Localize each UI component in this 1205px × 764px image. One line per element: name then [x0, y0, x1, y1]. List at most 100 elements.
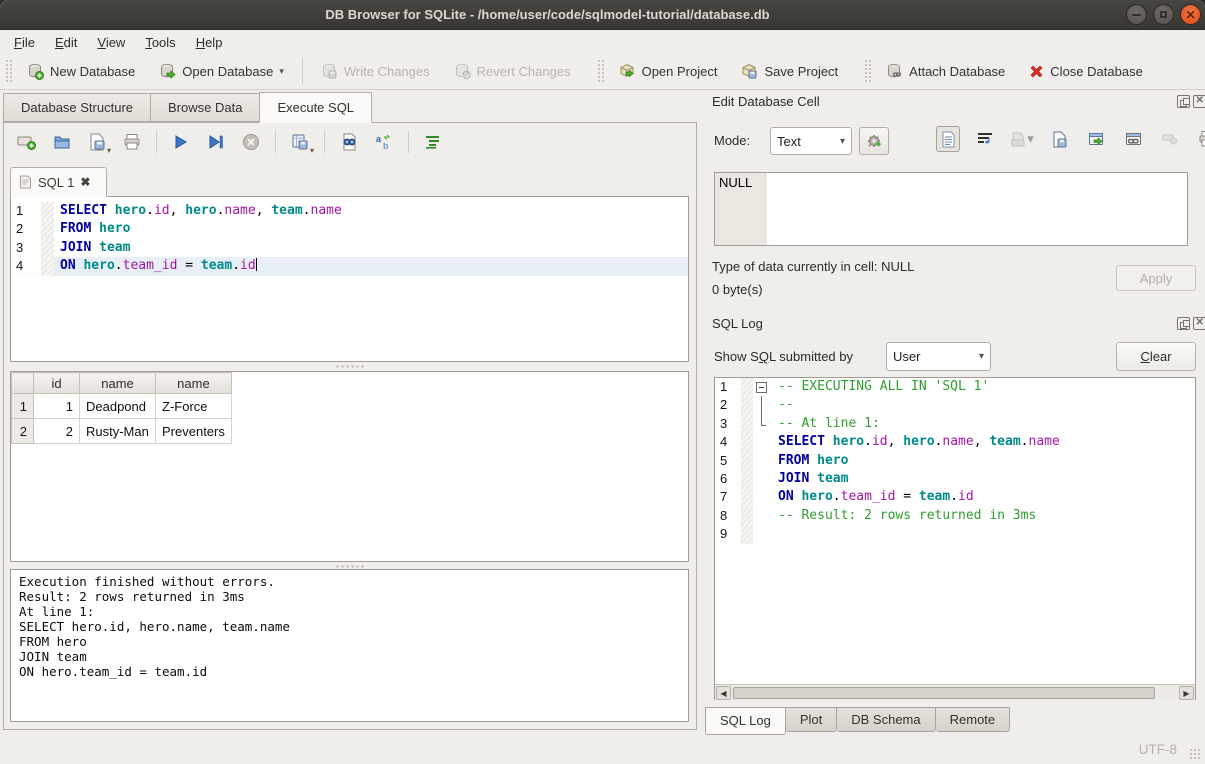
word-wrap-button[interactable]: [973, 126, 997, 152]
menu-edit[interactable]: Edit: [45, 33, 87, 52]
edit-cell-close-icon[interactable]: [1193, 95, 1205, 108]
log-horizontal-scrollbar[interactable]: ◀ ▶: [715, 684, 1195, 700]
dock-tab-plot[interactable]: Plot: [786, 707, 837, 732]
format-sql-button[interactable]: [422, 130, 444, 154]
new-database-button[interactable]: New Database: [15, 58, 147, 85]
fold-margin: [741, 396, 753, 414]
replace-button[interactable]: ab: [373, 130, 395, 154]
dock-tab-db-schema[interactable]: DB Schema: [837, 707, 935, 732]
scrollbar-thumb[interactable]: [733, 687, 1155, 699]
close-database-button[interactable]: Close Database: [1017, 59, 1155, 84]
print-cell-button[interactable]: [1195, 126, 1205, 152]
execute-all-button[interactable]: [170, 130, 192, 154]
sql-editor[interactable]: 1SELECT hero.id, hero.name, team.name2FR…: [10, 196, 689, 362]
code-line[interactable]: 8-- Result: 2 rows returned in 3ms: [715, 507, 1195, 525]
results-corner-header[interactable]: [12, 373, 34, 394]
window-resize-grip[interactable]: [1189, 748, 1202, 761]
open-in-external-button[interactable]: [1084, 126, 1108, 152]
menu-file[interactable]: File: [4, 33, 45, 52]
results-grid[interactable]: id name name 11DeadpondZ-Force22Rusty-Ma…: [10, 371, 689, 562]
execution-message-text: Execution finished without errors. Resul…: [19, 574, 688, 679]
cell-value-editor[interactable]: NULL: [714, 172, 1188, 246]
print-sql-button[interactable]: [121, 130, 143, 154]
copy-link-button[interactable]: [1121, 126, 1145, 152]
export-cell-data-button[interactable]: [1047, 126, 1071, 152]
sql-document-tab[interactable]: SQL 1 ✖: [10, 167, 107, 197]
scroll-right-arrow[interactable]: ▶: [1179, 686, 1194, 700]
table-cell[interactable]: Deadpond: [80, 394, 156, 419]
row-header[interactable]: 2: [12, 419, 34, 444]
table-cell[interactable]: Z-Force: [156, 394, 232, 419]
code-line[interactable]: 2FROM hero: [11, 220, 688, 238]
table-cell[interactable]: 2: [34, 419, 80, 444]
results-header-name1[interactable]: name: [80, 373, 156, 394]
open-database-button[interactable]: Open Database ▾: [147, 58, 296, 85]
table-cell[interactable]: 1: [34, 394, 80, 419]
edit-cell-toolbar: ▾: [936, 126, 1205, 152]
menu-help[interactable]: Help: [186, 33, 233, 52]
replace-icon: ab: [375, 133, 393, 151]
save-project-button[interactable]: Save Project: [729, 58, 850, 85]
attach-database-button[interactable]: Attach Database: [874, 58, 1017, 85]
auto-mode-button[interactable]: [859, 127, 889, 155]
execute-line-button[interactable]: [205, 130, 227, 154]
code-line[interactable]: 2--: [715, 396, 1195, 414]
code-line[interactable]: 6JOIN team: [715, 470, 1195, 488]
code-line[interactable]: 5FROM hero: [715, 452, 1195, 470]
results-header-name2[interactable]: name: [156, 373, 232, 394]
minimize-button[interactable]: [1126, 4, 1147, 25]
code-text: -- At line 1:: [772, 415, 1195, 433]
find-button[interactable]: [338, 130, 360, 154]
open-project-button[interactable]: Open Project: [607, 58, 730, 85]
results-header-id[interactable]: id: [34, 373, 80, 394]
text-cursor: [256, 258, 257, 271]
toolbar-grip[interactable]: [597, 59, 604, 83]
text-mode-button[interactable]: [936, 126, 960, 152]
new-sql-tab-button[interactable]: [16, 130, 38, 154]
tab-database-structure[interactable]: Database Structure: [3, 93, 150, 122]
encoding-indicator[interactable]: UTF-8: [1139, 742, 1177, 757]
table-cell[interactable]: Rusty-Man: [80, 419, 156, 444]
maximize-button[interactable]: [1153, 4, 1174, 25]
code-line[interactable]: 9: [715, 525, 1195, 543]
tab-execute-sql[interactable]: Execute SQL: [259, 92, 372, 123]
code-line[interactable]: 4SELECT hero.id, hero.name, team.name: [715, 433, 1195, 451]
toolbar-grip[interactable]: [864, 59, 871, 83]
close-button[interactable]: ✕: [1180, 4, 1201, 25]
code-line[interactable]: 4ON hero.team_id = team.id: [11, 257, 688, 275]
open-database-caret[interactable]: ▾: [279, 66, 284, 77]
dock-tab-remote[interactable]: Remote: [936, 707, 1011, 732]
dock-tab-sql-log[interactable]: SQL Log: [705, 707, 786, 735]
table-row[interactable]: 22Rusty-ManPreventers: [12, 419, 232, 444]
tab-browse-data[interactable]: Browse Data: [150, 93, 259, 122]
fold-toggle-icon[interactable]: [753, 378, 772, 396]
code-line[interactable]: 3-- At line 1:: [715, 415, 1195, 433]
editor-results-splitter[interactable]: [10, 363, 689, 370]
code-line[interactable]: 3JOIN team: [11, 239, 688, 257]
save-file-caret[interactable]: ▾: [107, 146, 111, 155]
menu-tools[interactable]: Tools: [135, 33, 185, 52]
log-filter-combobox[interactable]: User ▾: [886, 342, 991, 371]
table-cell[interactable]: Preventers: [156, 419, 232, 444]
toolbar-grip[interactable]: [5, 59, 12, 83]
code-text: JOIN team: [54, 239, 688, 257]
save-results-caret[interactable]: ▾: [310, 146, 314, 155]
code-line[interactable]: 7ON hero.team_id = team.id: [715, 488, 1195, 506]
edit-cell-float-icon[interactable]: [1177, 95, 1190, 108]
table-row[interactable]: 11DeadpondZ-Force: [12, 394, 232, 419]
menu-view[interactable]: View: [87, 33, 135, 52]
open-sql-file-button[interactable]: [51, 130, 73, 154]
code-line[interactable]: 1SELECT hero.id, hero.name, team.name: [11, 202, 688, 220]
scroll-left-arrow[interactable]: ◀: [716, 686, 731, 700]
code-line[interactable]: 1-- EXECUTING ALL IN 'SQL 1': [715, 378, 1195, 396]
stop-icon: [242, 133, 260, 151]
sql-log-close-icon[interactable]: [1193, 317, 1205, 330]
clear-log-button[interactable]: Clear: [1116, 342, 1196, 371]
titlebar[interactable]: DB Browser for SQLite - /home/user/code/…: [0, 0, 1205, 30]
sql-log-float-icon[interactable]: [1177, 317, 1190, 330]
save-sql-file-button[interactable]: ▾: [86, 130, 108, 154]
row-header[interactable]: 1: [12, 394, 34, 419]
sql-tab-close-icon[interactable]: ✖: [80, 175, 90, 189]
save-results-button[interactable]: ▾: [289, 130, 311, 154]
mode-combobox[interactable]: Text ▾: [770, 127, 852, 155]
